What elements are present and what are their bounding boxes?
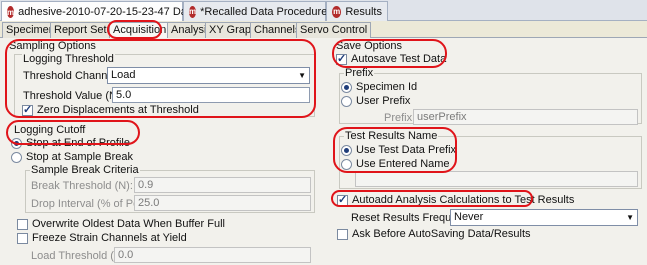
ask-before-autosave-checkbox[interactable]: Ask Before AutoSaving Data/Results bbox=[337, 228, 531, 240]
radio-selected-icon bbox=[341, 81, 352, 93]
sample-break-criteria-title: Sample Break Criteria bbox=[30, 164, 140, 176]
stop-end-label: Stop at End of Profile bbox=[26, 137, 130, 149]
use-prefix-label: Use Test Data Prefix bbox=[356, 144, 457, 156]
specimen-id-radio[interactable]: Specimen Id bbox=[341, 81, 417, 93]
save-options-title: Save Options bbox=[336, 40, 403, 52]
overwrite-buffer-checkbox[interactable]: Overwrite Oldest Data When Buffer Full bbox=[17, 218, 225, 230]
threshold-channel-label: Threshold Channel: bbox=[23, 70, 120, 82]
break-threshold-label: Break Threshold (N): bbox=[31, 180, 133, 192]
tab-acquisition[interactable]: Acquisition bbox=[109, 22, 171, 38]
checkbox-icon bbox=[337, 228, 348, 240]
use-entered-label: Use Entered Name bbox=[356, 158, 450, 170]
checkbox-checked-icon bbox=[336, 52, 347, 65]
chevron-down-icon: ▼ bbox=[298, 71, 306, 80]
freeze-label: Freeze Strain Channels at Yield bbox=[32, 232, 187, 244]
radio-unselected-icon bbox=[341, 95, 352, 107]
load-threshold-input[interactable]: 0.0 bbox=[114, 247, 311, 263]
break-threshold-input[interactable]: 0.9 bbox=[134, 177, 311, 193]
user-prefix-label: User Prefix bbox=[356, 95, 411, 107]
zero-displacements-checkbox[interactable]: Zero Displacements at Threshold bbox=[22, 103, 199, 116]
autoadd-label: Autoadd Analysis Calculations to Test Re… bbox=[352, 194, 575, 206]
use-test-data-prefix-radio[interactable]: Use Test Data Prefix bbox=[341, 144, 456, 156]
threshold-value-label: Threshold Value (N): bbox=[23, 90, 124, 102]
radio-unselected-icon bbox=[341, 158, 352, 170]
entered-name-input[interactable] bbox=[355, 171, 638, 187]
checkbox-icon bbox=[17, 218, 28, 230]
sampling-options-title: Sampling Options bbox=[9, 40, 96, 52]
tab-label: *Recalled Data Procedure bbox=[200, 5, 328, 18]
autoadd-analysis-checkbox[interactable]: Autoadd Analysis Calculations to Test Re… bbox=[337, 193, 575, 206]
reset-frequency-value: Never bbox=[454, 211, 484, 223]
threshold-value-input[interactable]: 5.0 bbox=[112, 87, 310, 103]
section-tab-bar: Specimen Report Setup Acquisition Analys… bbox=[0, 21, 647, 38]
overwrite-label: Overwrite Oldest Data When Buffer Full bbox=[32, 218, 225, 230]
test-results-name-title: Test Results Name bbox=[344, 130, 439, 142]
radio-selected-icon bbox=[11, 137, 22, 149]
stop-end-of-profile-radio[interactable]: Stop at End of Profile bbox=[11, 137, 130, 149]
document-icon: m bbox=[189, 5, 197, 18]
document-tab-bar: m adhesive-2010-07-20-15-23-47 Data Plot… bbox=[0, 0, 647, 22]
autosave-checkbox[interactable]: Autosave Test Data bbox=[336, 52, 447, 65]
tab-recalled-procedure[interactable]: m *Recalled Data Procedure ✕ bbox=[183, 1, 343, 21]
drop-interval-input[interactable]: 25.0 bbox=[134, 195, 311, 211]
freeze-strain-checkbox[interactable]: Freeze Strain Channels at Yield bbox=[17, 232, 187, 244]
logging-threshold-title: Logging Threshold bbox=[22, 53, 115, 65]
document-icon: m bbox=[7, 6, 15, 18]
tab-data-plot[interactable]: m adhesive-2010-07-20-15-23-47 Data Plot bbox=[1, 1, 218, 22]
checkbox-checked-icon bbox=[22, 103, 33, 116]
stop-break-label: Stop at Sample Break bbox=[26, 151, 134, 163]
chevron-down-icon: ▼ bbox=[626, 213, 634, 222]
checkbox-icon bbox=[17, 232, 28, 244]
prefix-input[interactable]: userPrefix bbox=[413, 109, 638, 125]
zero-displacements-label: Zero Displacements at Threshold bbox=[37, 104, 199, 116]
specimen-id-label: Specimen Id bbox=[356, 81, 418, 93]
tab-label: Results bbox=[345, 5, 382, 18]
radio-unselected-icon bbox=[11, 151, 22, 163]
checkbox-checked-icon bbox=[337, 193, 348, 206]
logging-cutoff-title: Logging Cutoff bbox=[14, 124, 86, 136]
stop-sample-break-radio[interactable]: Stop at Sample Break bbox=[11, 151, 133, 163]
user-prefix-radio[interactable]: User Prefix bbox=[341, 95, 410, 107]
prefix-label: Prefix: bbox=[384, 112, 416, 124]
radio-selected-icon bbox=[341, 144, 352, 156]
threshold-channel-value: Load bbox=[111, 69, 136, 81]
autosave-label: Autosave Test Data bbox=[351, 53, 447, 65]
document-icon: m bbox=[332, 5, 342, 18]
tab-results[interactable]: m Results bbox=[326, 1, 388, 21]
ask-before-label: Ask Before AutoSaving Data/Results bbox=[352, 228, 531, 240]
prefix-group-title: Prefix bbox=[344, 67, 375, 79]
threshold-channel-select[interactable]: Load ▼ bbox=[107, 67, 310, 84]
tab-servo-control[interactable]: Servo Control bbox=[296, 22, 372, 38]
reset-frequency-select[interactable]: Never ▼ bbox=[450, 209, 638, 226]
use-entered-name-radio[interactable]: Use Entered Name bbox=[341, 158, 450, 170]
